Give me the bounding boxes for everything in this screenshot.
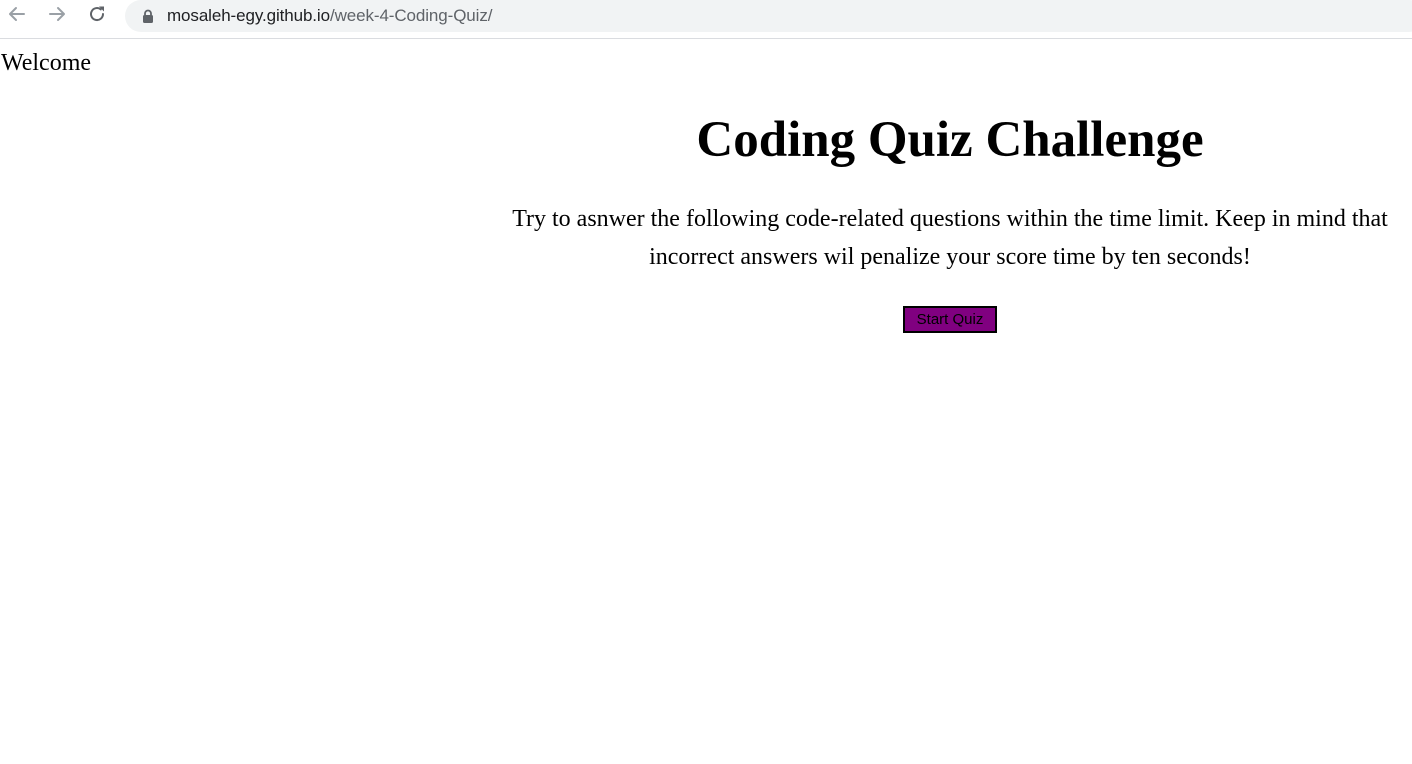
- url-text: mosaleh-egy.github.io/week-4-Coding-Quiz…: [167, 6, 492, 26]
- welcome-text: Welcome: [1, 50, 92, 76]
- reload-button[interactable]: [84, 3, 110, 29]
- arrow-right-icon: [47, 4, 67, 29]
- forward-button[interactable]: [44, 3, 70, 29]
- browser-toolbar: mosaleh-egy.github.io/week-4-Coding-Quiz…: [0, 0, 1412, 39]
- reload-icon: [87, 4, 107, 29]
- quiz-description: Try to asnwer the following code-related…: [512, 206, 1388, 270]
- start-quiz-button[interactable]: Start Quiz: [903, 306, 997, 333]
- back-button[interactable]: [4, 3, 30, 29]
- arrow-left-icon: [7, 4, 27, 29]
- page-title: Coding Quiz Challenge: [696, 112, 1204, 168]
- url-path: /week-4-Coding-Quiz/: [329, 6, 493, 25]
- lock-icon: [141, 9, 155, 23]
- address-bar[interactable]: mosaleh-egy.github.io/week-4-Coding-Quiz…: [125, 0, 1412, 32]
- quiz-intro: Coding Quiz Challenge Try to asnwer the …: [488, 100, 1412, 333]
- url-host: mosaleh-egy.github.io: [167, 6, 330, 25]
